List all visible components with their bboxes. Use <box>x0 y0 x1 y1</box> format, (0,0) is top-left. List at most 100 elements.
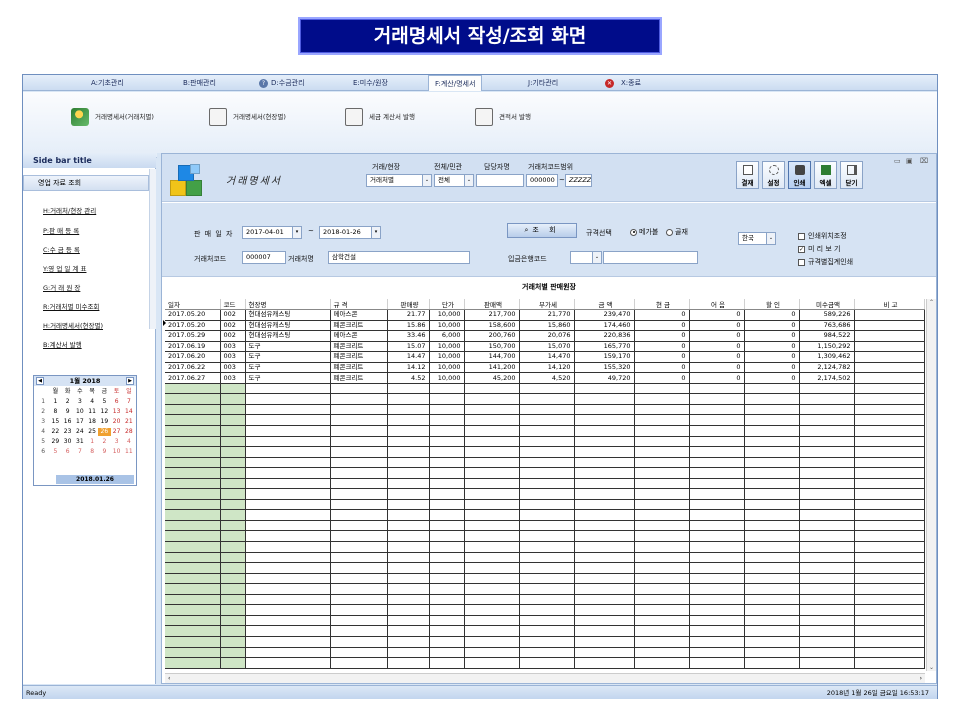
table-cell[interactable] <box>330 499 388 511</box>
table-cell[interactable] <box>854 351 925 363</box>
table-cell[interactable] <box>574 541 635 553</box>
table-cell[interactable] <box>689 446 745 458</box>
calendar-day[interactable]: 11 <box>86 408 98 416</box>
table-cell[interactable]: 155,320 <box>574 362 635 374</box>
table-cell[interactable] <box>429 520 465 532</box>
table-cell[interactable]: 폐콘크리트 <box>330 372 388 384</box>
table-cell[interactable] <box>744 604 800 616</box>
table-cell[interactable] <box>464 383 520 395</box>
table-cell[interactable] <box>387 552 430 564</box>
table-cell[interactable] <box>220 562 246 574</box>
table-cell[interactable] <box>689 488 745 500</box>
table-cell[interactable] <box>245 657 331 669</box>
table-cell[interactable]: 2017.06.19 <box>165 341 221 353</box>
table-cell[interactable] <box>744 583 800 595</box>
table-cell[interactable] <box>387 446 430 458</box>
table-cell[interactable]: 0 <box>744 341 800 353</box>
table-cell[interactable] <box>464 457 520 469</box>
column-header[interactable]: 판매량 <box>387 299 430 310</box>
table-cell[interactable] <box>165 446 221 458</box>
table-cell[interactable] <box>165 509 221 521</box>
table-cell[interactable] <box>330 457 388 469</box>
table-cell[interactable] <box>574 446 635 458</box>
calendar-day[interactable]: 6 <box>111 398 123 406</box>
scope-select[interactable]: 전체 ⌄ <box>434 174 474 187</box>
table-cell[interactable] <box>634 625 690 637</box>
table-cell[interactable]: 10,000 <box>429 320 465 332</box>
calendar-day[interactable]: 8 <box>49 408 61 416</box>
table-cell[interactable]: 메아스콘 <box>330 309 388 321</box>
table-cell[interactable] <box>220 657 246 669</box>
table-cell[interactable] <box>854 573 925 585</box>
table-cell[interactable] <box>854 657 925 669</box>
table-cell[interactable] <box>330 594 388 606</box>
table-cell[interactable] <box>799 636 855 648</box>
table-cell[interactable] <box>387 604 430 616</box>
table-cell[interactable] <box>464 414 520 426</box>
table-cell[interactable] <box>330 436 388 448</box>
calendar-day[interactable]: 9 <box>98 448 110 456</box>
table-cell[interactable] <box>854 341 925 353</box>
calendar-day[interactable]: 26 <box>98 428 111 436</box>
calendar-day[interactable]: 23 <box>62 428 74 436</box>
table-cell[interactable] <box>429 488 465 500</box>
table-cell[interactable]: 49,720 <box>574 372 635 384</box>
table-cell[interactable] <box>330 520 388 532</box>
table-cell[interactable] <box>574 615 635 627</box>
table-cell[interactable] <box>464 478 520 490</box>
table-cell[interactable] <box>519 541 575 553</box>
column-header[interactable]: 비 고 <box>854 299 925 310</box>
table-cell[interactable] <box>689 467 745 479</box>
table-cell[interactable] <box>387 488 430 500</box>
table-cell[interactable] <box>854 562 925 574</box>
table-cell[interactable] <box>429 457 465 469</box>
table-cell[interactable] <box>429 657 465 669</box>
calendar-day[interactable]: 1 <box>49 398 61 406</box>
table-cell[interactable] <box>330 562 388 574</box>
table-cell[interactable] <box>165 467 221 479</box>
scroll-right-icon[interactable]: › <box>920 674 922 684</box>
sidebar-item-daily[interactable]: Y:영 업 일 계 표 <box>43 263 86 273</box>
table-cell[interactable] <box>387 636 430 648</box>
scroll-left-icon[interactable]: ‹ <box>168 675 170 682</box>
table-cell[interactable] <box>245 488 331 500</box>
table-cell[interactable] <box>387 467 430 479</box>
print-button[interactable]: 인쇄 <box>788 161 811 189</box>
table-cell[interactable] <box>854 636 925 648</box>
table-cell[interactable] <box>799 393 855 405</box>
table-cell[interactable]: 002 <box>220 320 246 332</box>
table-cell[interactable] <box>245 393 331 405</box>
table-cell[interactable] <box>330 488 388 500</box>
table-cell[interactable]: 0 <box>689 320 745 332</box>
table-cell[interactable] <box>854 362 925 374</box>
calendar-day[interactable]: 1 <box>86 438 98 446</box>
table-cell[interactable] <box>634 594 690 606</box>
tab-basic[interactable]: A:기초관리 <box>91 75 124 91</box>
table-cell[interactable]: 10,000 <box>429 341 465 353</box>
table-cell[interactable] <box>799 467 855 479</box>
table-cell[interactable] <box>220 636 246 648</box>
table-cell[interactable] <box>464 615 520 627</box>
table-cell[interactable] <box>634 436 690 448</box>
table-cell[interactable] <box>464 583 520 595</box>
table-cell[interactable] <box>220 404 246 416</box>
table-cell[interactable] <box>634 425 690 437</box>
table-cell[interactable]: 0 <box>634 341 690 353</box>
table-cell[interactable] <box>574 436 635 448</box>
table-row[interactable]: 2017.06.20 003 도구 폐콘크리트 14.47 10,000 144,700 14… <box>165 351 925 363</box>
table-cell[interactable] <box>165 583 221 595</box>
table-cell[interactable] <box>799 383 855 395</box>
table-cell[interactable] <box>519 446 575 458</box>
table-cell[interactable] <box>799 520 855 532</box>
table-cell[interactable] <box>464 393 520 405</box>
table-cell[interactable] <box>165 404 221 416</box>
table-cell[interactable] <box>854 647 925 659</box>
table-cell[interactable] <box>245 436 331 448</box>
table-cell[interactable]: 0 <box>634 372 690 384</box>
table-cell[interactable] <box>574 583 635 595</box>
table-cell[interactable] <box>429 425 465 437</box>
sidebar-section-header[interactable]: 영업 자료 조회 <box>23 175 149 191</box>
table-cell[interactable]: 폐콘크리트 <box>330 351 388 363</box>
table-cell[interactable] <box>464 488 520 500</box>
table-cell[interactable] <box>799 647 855 659</box>
